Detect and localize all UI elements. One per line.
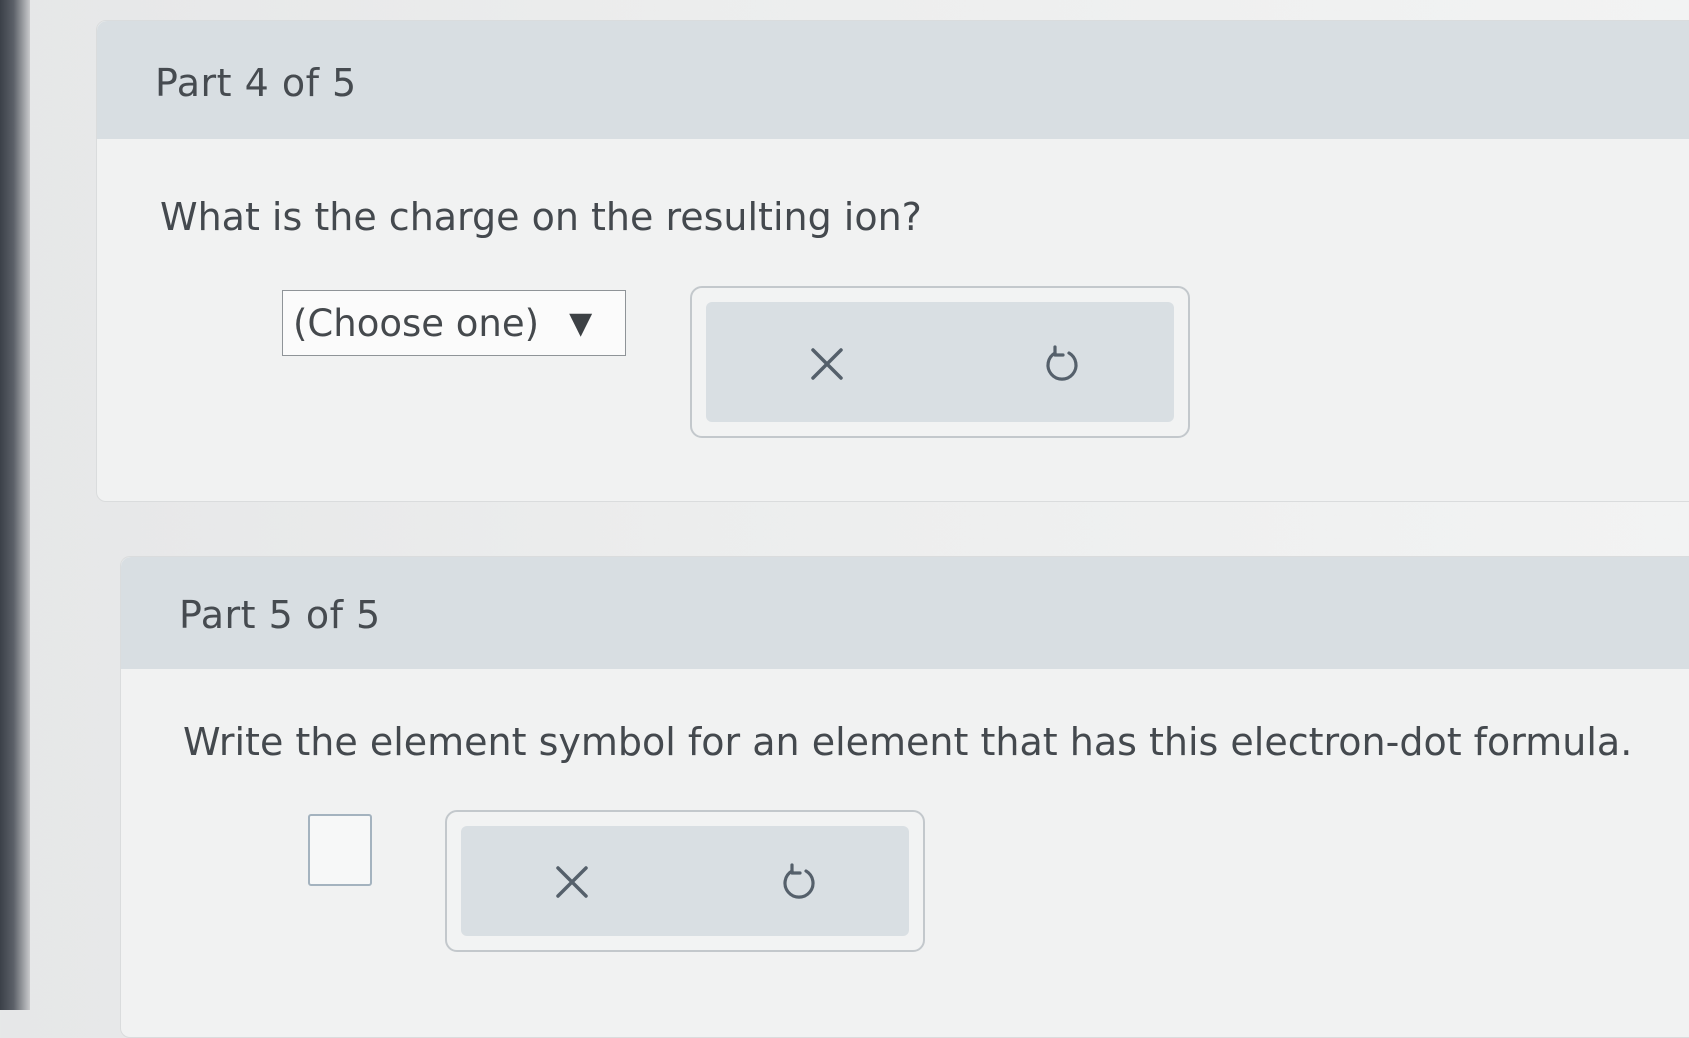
- part-4-header: Part 4 of 5: [97, 21, 1689, 139]
- part-5-question: Write the element symbol for an element …: [183, 720, 1633, 764]
- part-4-title: Part 4 of 5: [155, 61, 357, 105]
- close-icon: [556, 866, 588, 898]
- charge-dropdown[interactable]: (Choose one) ▼: [282, 290, 626, 356]
- close-icon: [811, 348, 843, 380]
- part-5-answer-tools: [445, 810, 925, 952]
- part-4-answer-tools: [690, 286, 1190, 438]
- undo-icon: [1046, 345, 1078, 381]
- part-5-title: Part 5 of 5: [179, 593, 381, 637]
- screen-bezel: [0, 0, 30, 1010]
- undo-icon: [783, 863, 815, 899]
- element-symbol-input[interactable]: [308, 814, 372, 886]
- part-4-tools-bar: [706, 302, 1174, 422]
- part-5-panel: Part 5 of 5: [120, 556, 1689, 1038]
- part-4-question: What is the charge on the resulting ion?: [160, 195, 922, 239]
- part-4-clear-button[interactable]: [797, 334, 857, 394]
- dropdown-arrow-icon: ▼: [569, 305, 593, 341]
- part-5-tools-bar: [461, 826, 909, 936]
- part-5-undo-button[interactable]: [769, 852, 829, 912]
- part-4-undo-button[interactable]: [1032, 334, 1092, 394]
- part-5-header: Part 5 of 5: [121, 557, 1689, 669]
- charge-dropdown-value: (Choose one): [293, 301, 540, 345]
- part-5-clear-button[interactable]: [542, 852, 602, 912]
